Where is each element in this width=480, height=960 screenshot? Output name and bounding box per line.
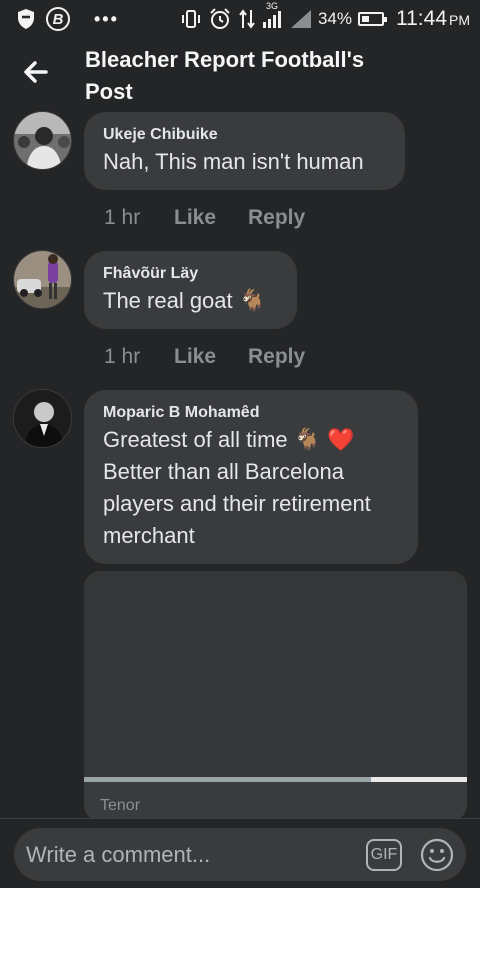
gif-button[interactable]: GIF xyxy=(366,838,402,871)
battery-icon xyxy=(358,12,387,26)
alarm-icon xyxy=(208,7,232,31)
comment-bubble[interactable]: Fhâvõür Läy The real goat 🐐 xyxy=(84,251,297,329)
comment-composer-bar: GIF xyxy=(0,818,480,888)
comment-input[interactable] xyxy=(26,841,366,868)
status-bar: B ••• 3G 34% 11:44 PM xyxy=(0,0,480,38)
vibrate-icon xyxy=(180,8,202,30)
more-dots-icon: ••• xyxy=(94,8,119,29)
gif-progress-bar xyxy=(84,777,467,782)
comment-time: 1 hr xyxy=(104,206,141,229)
back-arrow-icon[interactable] xyxy=(20,56,52,88)
like-button[interactable]: Like xyxy=(174,206,248,230)
comment-actions: 1 hr Like Reply xyxy=(104,206,305,230)
comment-text: Nah, This man isn't human xyxy=(103,149,364,174)
emoji-icon[interactable] xyxy=(420,838,454,872)
reply-button[interactable]: Reply xyxy=(248,345,305,369)
comment-composer: GIF xyxy=(14,828,466,881)
comment-bubble[interactable]: Moparic B Mohamêd Greatest of all time 🐐… xyxy=(84,390,418,564)
signal-icon: 3G xyxy=(262,1,284,29)
signal-empty-icon xyxy=(290,9,312,29)
gif-source-label: Tenor xyxy=(100,797,141,814)
comment-author[interactable]: Fhâvõür Läy xyxy=(103,263,277,285)
comment-text: The real goat 🐐 xyxy=(103,288,267,313)
page-title: Bleacher Report Football's Post xyxy=(85,47,365,104)
post-header: Bleacher Report Football's Post xyxy=(0,40,480,106)
comment-time: 1 hr xyxy=(104,345,141,368)
avatar[interactable] xyxy=(13,250,72,309)
gif-progress-fill xyxy=(84,777,372,782)
avatar[interactable] xyxy=(13,111,72,170)
gif-attachment[interactable]: Tenor xyxy=(84,571,467,821)
clock: 11:44 PM xyxy=(396,7,470,30)
battery-percent: 34% xyxy=(317,9,352,28)
data-transfer-icon xyxy=(238,8,256,30)
like-button[interactable]: Like xyxy=(174,345,248,369)
reply-button[interactable]: Reply xyxy=(248,206,305,230)
comment-author[interactable]: Ukeje Chibuike xyxy=(103,124,385,146)
avatar[interactable] xyxy=(13,389,72,448)
b-app-icon: B xyxy=(46,7,70,31)
post-comments-screen: B ••• 3G 34% 11:44 PM Bleacher Report Fo… xyxy=(0,0,480,888)
shield-icon xyxy=(16,8,36,30)
comment-actions: 1 hr Like Reply xyxy=(104,345,305,369)
comment-bubble[interactable]: Ukeje Chibuike Nah, This man isn't human xyxy=(84,112,405,190)
comment-author[interactable]: Moparic B Mohamêd xyxy=(103,402,398,424)
gif-preview[interactable] xyxy=(84,571,467,777)
comment-text: Greatest of all time 🐐 ❤️ Better than al… xyxy=(103,427,371,548)
